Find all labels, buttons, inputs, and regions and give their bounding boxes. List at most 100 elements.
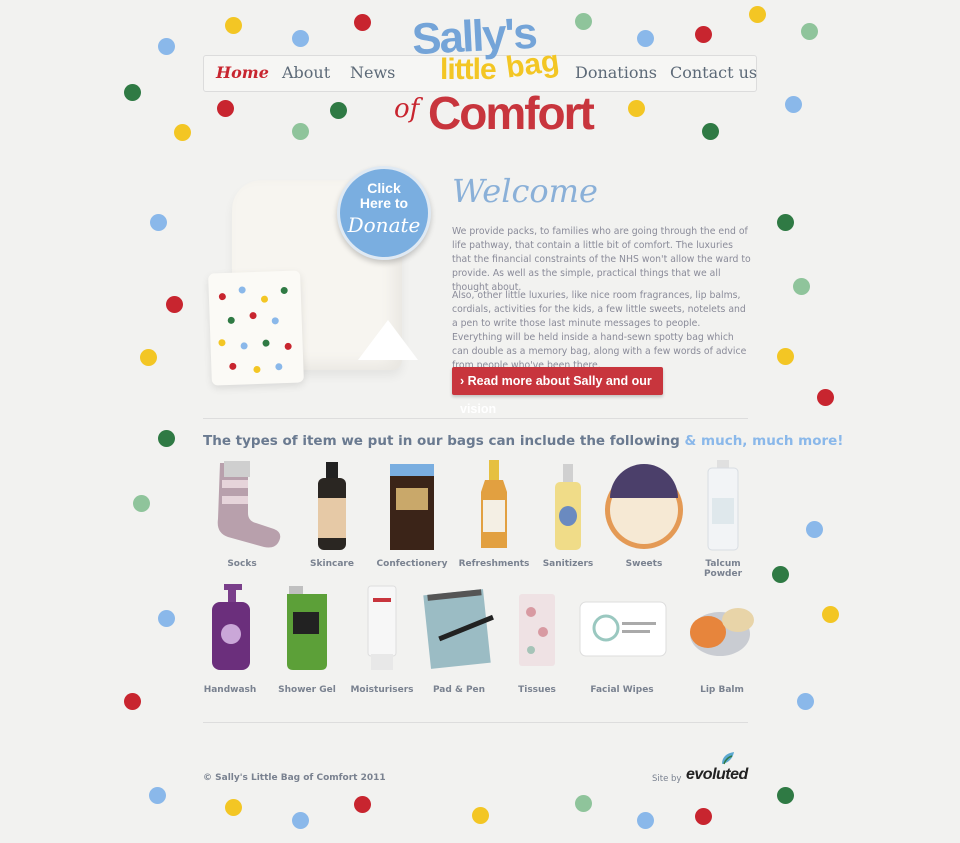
item-tissues: Tissues	[508, 582, 566, 702]
site-by-label: Site by	[652, 774, 682, 784]
decor-dot	[785, 96, 802, 113]
item-label: Moisturisers	[350, 685, 414, 695]
decor-dot	[817, 389, 834, 406]
item-label: Tissues	[518, 685, 556, 695]
item-label: Sanitizers	[542, 559, 594, 569]
moisturiser-tube-icon	[367, 585, 397, 670]
decor-dot	[797, 693, 814, 710]
section-divider	[203, 418, 748, 419]
talc-bottle-icon	[707, 460, 739, 551]
footer-copyright: © Sally's Little Bag of Comfort 2011	[203, 773, 386, 783]
item-label: Skincare	[310, 559, 354, 569]
decor-dot	[225, 17, 242, 34]
bag-corner-decor	[358, 320, 418, 360]
decor-dot	[174, 124, 191, 141]
chevron-right-icon: ›	[460, 374, 468, 388]
decor-dot	[124, 84, 141, 101]
decor-dot	[777, 348, 794, 365]
item-label: Shower Gel	[278, 685, 336, 695]
item-label: Pad & Pen	[432, 685, 486, 695]
decor-dot	[292, 812, 309, 829]
item-talcum-powder: Talcum Powder	[688, 458, 758, 579]
welcome-paragraph-1: We provide packs, to families who are go…	[452, 226, 751, 293]
item-refreshments: Refreshments	[458, 458, 530, 573]
item-label: Sweets	[625, 559, 663, 569]
decor-dot	[472, 807, 489, 824]
footer-divider	[203, 722, 748, 723]
item-lip-balm: Lip Balm	[680, 582, 764, 702]
decor-dot	[772, 566, 789, 583]
read-more-button[interactable]: › Read more about Sally and our vision	[452, 367, 663, 416]
notepad-pen-icon	[423, 589, 494, 669]
shower-gel-pouch-icon	[287, 586, 327, 670]
decor-dot	[702, 123, 719, 140]
decor-dot	[695, 808, 712, 825]
decor-dot	[777, 787, 794, 804]
item-confectionery: Confectionery	[376, 458, 448, 573]
donate-line-1: Click	[367, 180, 401, 196]
leaf-icon	[722, 752, 734, 765]
donate-line-3: Donate	[347, 213, 421, 237]
item-socks: Socks	[198, 458, 286, 573]
logo-text-comfort: Comfort	[428, 87, 595, 139]
evoluted-logo-link[interactable]: evoluted	[686, 766, 748, 784]
decor-dot	[166, 296, 183, 313]
decor-dot	[124, 693, 141, 710]
decor-dot	[158, 38, 175, 55]
decor-dot	[575, 795, 592, 812]
decor-dot	[801, 23, 818, 40]
decor-dot	[292, 123, 309, 140]
decor-dot	[777, 214, 794, 231]
items-heading: The types of item we put in our bags can…	[203, 433, 843, 449]
socks-icon	[217, 461, 281, 548]
item-moisturisers: Moisturisers	[350, 582, 414, 702]
item-handwash: Handwash	[198, 582, 262, 702]
decor-dot	[822, 606, 839, 623]
item-label: Refreshments	[458, 559, 530, 569]
decor-dot	[225, 799, 242, 816]
decor-dot	[637, 30, 654, 47]
nav-donations[interactable]: Donations	[575, 63, 657, 82]
welcome-paragraph-2: Also, other little luxuries, like nice r…	[452, 290, 747, 371]
item-label: Handwash	[203, 685, 257, 695]
sweets-tin-icon	[605, 464, 683, 549]
item-label: Talcum Powder	[703, 559, 743, 579]
item-label: Confectionery	[376, 559, 448, 569]
item-label: Facial Wipes	[590, 685, 654, 695]
spotty-bag-image	[208, 270, 304, 386]
decor-dot	[628, 100, 645, 117]
item-label: Lip Balm	[700, 685, 744, 695]
sanitizer-bottle-icon	[555, 464, 581, 550]
handwash-pump-icon	[212, 584, 250, 670]
nav-about[interactable]: About	[282, 63, 330, 82]
cordial-bottle-icon	[481, 460, 507, 548]
decor-dot	[140, 349, 157, 366]
decor-dot	[354, 14, 371, 31]
decor-dot	[806, 521, 823, 538]
lip-balm-tin-icon	[690, 608, 754, 656]
decor-dot	[637, 812, 654, 829]
item-facial-wipes: Facial Wipes	[572, 582, 672, 702]
welcome-title: Welcome	[452, 172, 598, 210]
skincare-bottle-icon	[318, 462, 346, 550]
nav-home[interactable]: Home	[216, 63, 269, 82]
item-sweets: Sweets	[600, 458, 688, 573]
decor-dot	[330, 102, 347, 119]
item-shower-gel: Shower Gel	[272, 582, 342, 702]
logo-text-bag: bag	[503, 44, 562, 85]
decor-dot	[695, 26, 712, 43]
decor-dot	[292, 30, 309, 47]
donate-badge[interactable]: Click Here to Donate	[337, 166, 431, 260]
decor-dot	[158, 610, 175, 627]
decor-dot	[354, 796, 371, 813]
item-skincare: Skincare	[297, 458, 367, 573]
logo-text-little: little	[440, 53, 497, 86]
item-pad-pen: Pad & Pen	[420, 582, 498, 702]
decor-dot	[149, 787, 166, 804]
site-logo[interactable]: Sally's little bag of Comfort	[388, 9, 595, 145]
logo-text-of: of	[394, 94, 420, 124]
nav-contact[interactable]: Contact us	[670, 63, 757, 82]
decor-dot	[749, 6, 766, 23]
items-heading-more: & much, much more!	[684, 433, 844, 449]
tissue-pack-icon	[519, 594, 555, 666]
